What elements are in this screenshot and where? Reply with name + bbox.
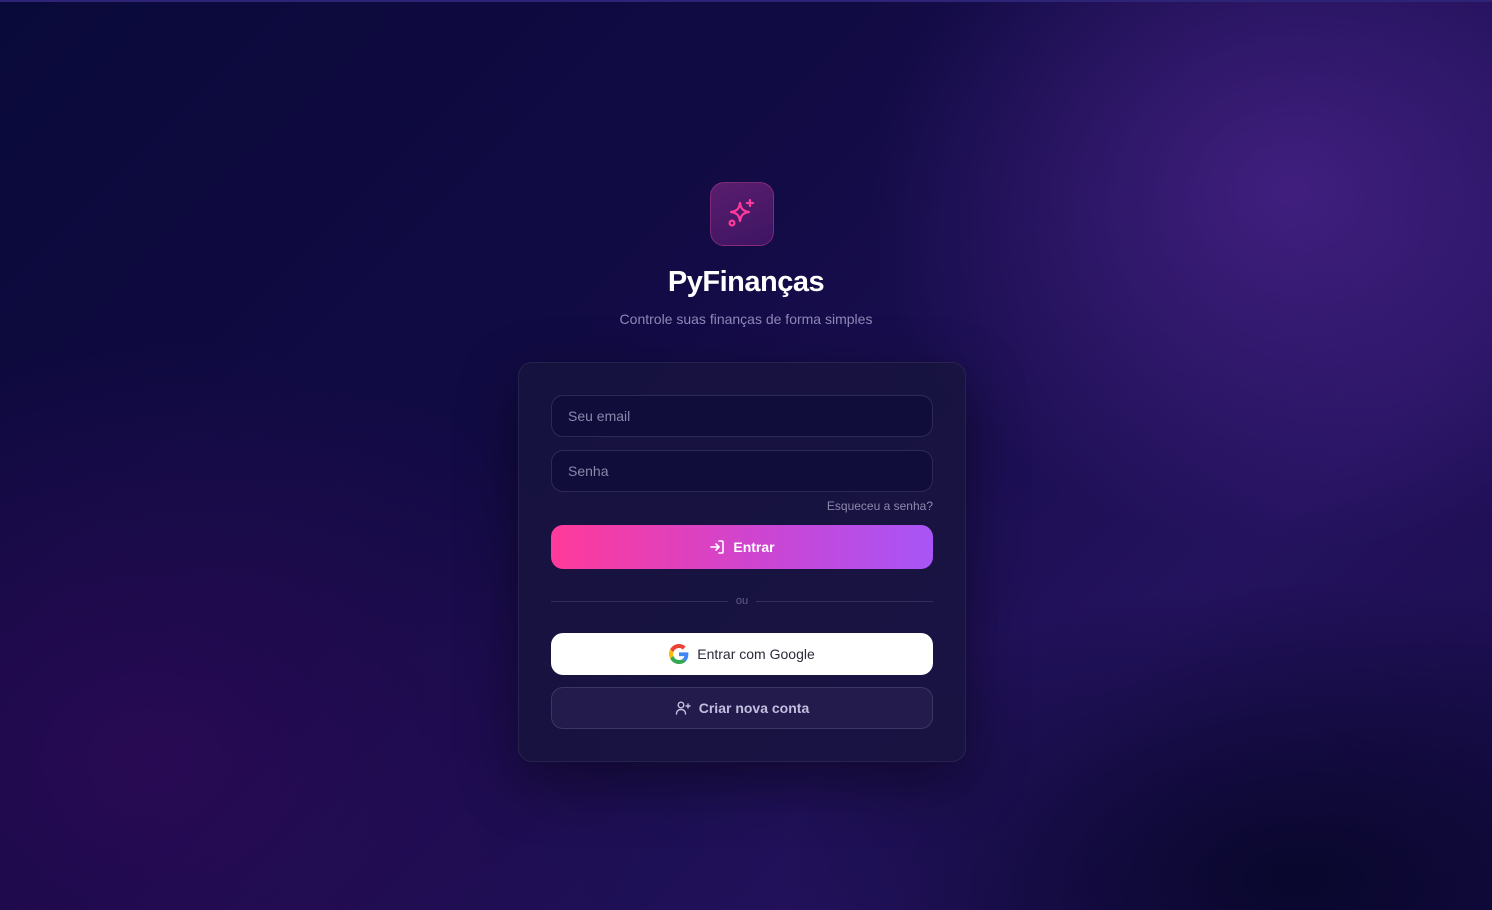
password-input[interactable] xyxy=(551,450,933,492)
google-login-button[interactable]: Entrar com Google xyxy=(551,633,933,675)
create-account-button[interactable]: Criar nova conta xyxy=(551,687,933,729)
divider-line-left xyxy=(551,600,728,602)
or-divider: ou xyxy=(551,593,933,609)
divider-line-right xyxy=(756,600,933,602)
login-button[interactable]: Entrar xyxy=(551,525,933,569)
login-card: Esqueceu a senha? Entrar ou Entrar com G… xyxy=(518,362,966,762)
login-icon xyxy=(709,539,725,555)
user-plus-icon xyxy=(675,700,691,716)
email-input[interactable] xyxy=(551,395,933,437)
create-account-label: Criar nova conta xyxy=(698,700,810,716)
app-title: PyFinanças xyxy=(667,266,825,298)
divider-label: ou xyxy=(735,595,749,607)
app-logo xyxy=(710,182,774,246)
forgot-password-link[interactable]: Esqueceu a senha? xyxy=(827,499,933,513)
google-icon xyxy=(669,644,689,664)
google-button-label: Entrar com Google xyxy=(697,646,815,662)
top-border xyxy=(0,0,1492,2)
login-button-label: Entrar xyxy=(733,539,775,555)
sparkles-icon xyxy=(725,197,759,231)
app-subtitle: Controle suas finanças de forma simples xyxy=(619,311,873,327)
